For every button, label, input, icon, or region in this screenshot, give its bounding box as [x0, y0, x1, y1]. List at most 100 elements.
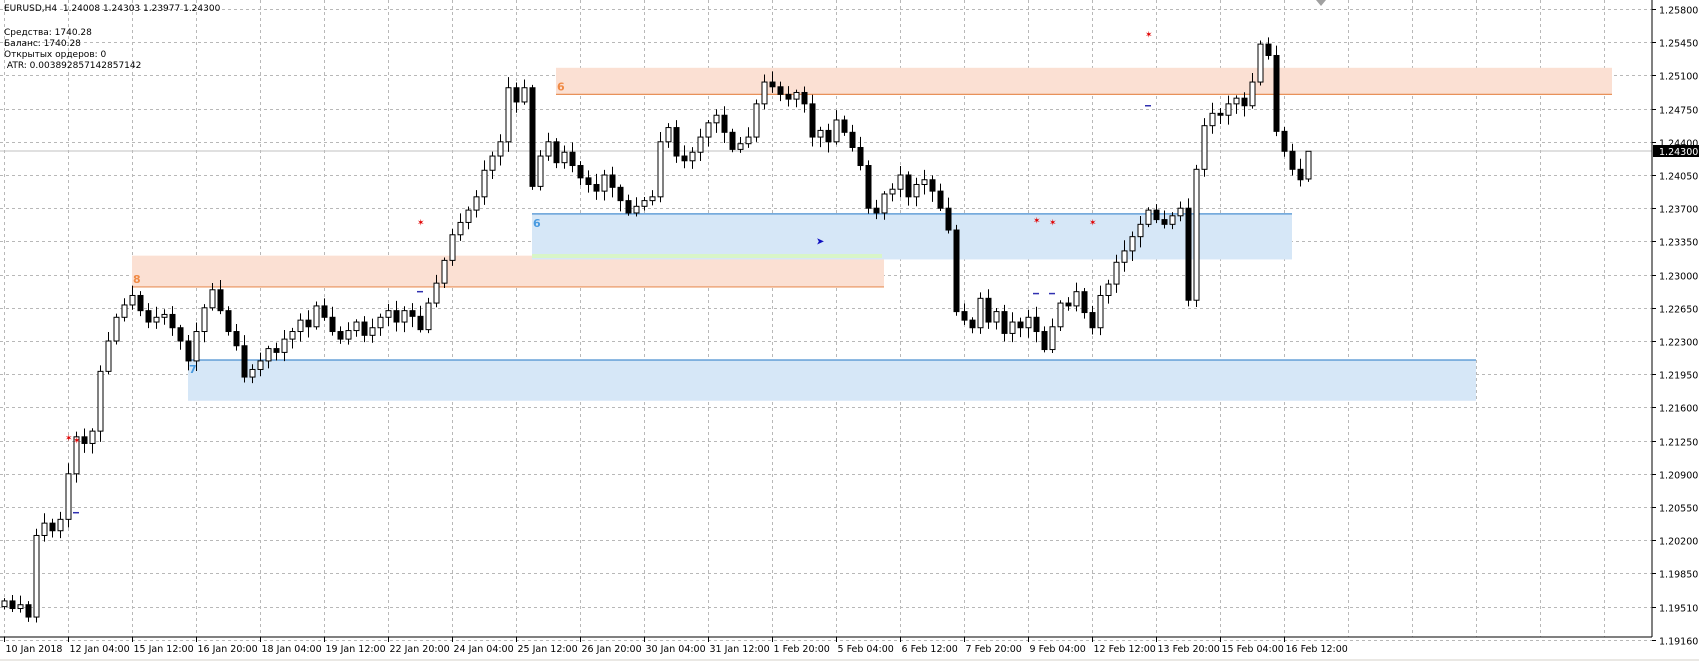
bear-candle-body	[905, 174, 912, 198]
bear-candle-body	[673, 127, 680, 157]
bear-candle-body	[1265, 43, 1272, 56]
bull-candle-body	[497, 141, 504, 157]
bear-candle-body	[937, 190, 944, 209]
price-axis[interactable]: 1.258001.254501.251001.247501.244001.240…	[1652, 6, 1699, 648]
sell-arrow-icon: ✶	[1089, 218, 1097, 228]
candle	[1193, 164, 1200, 308]
price-label: 1.25100	[1659, 72, 1698, 83]
candle	[305, 310, 312, 338]
bull-candle-body	[601, 174, 608, 192]
bull-candle-body	[265, 348, 272, 362]
candle	[353, 319, 360, 337]
bear-candle-body	[681, 155, 688, 162]
candle	[1105, 279, 1112, 304]
candle	[25, 601, 32, 622]
demand-zone	[532, 213, 1292, 260]
grid	[0, 0, 1652, 641]
candle	[97, 365, 104, 442]
candle	[825, 123, 832, 153]
bull-candle-body	[1105, 283, 1112, 296]
candle	[49, 518, 56, 538]
candle	[577, 161, 584, 186]
candle	[857, 136, 864, 171]
bull-candle-body	[1257, 43, 1264, 83]
candle	[1041, 326, 1048, 353]
candle	[569, 142, 576, 173]
candle	[65, 463, 72, 528]
bull-candle-body	[289, 331, 296, 340]
candle	[1217, 108, 1224, 124]
price-label: 1.23350	[1659, 238, 1698, 249]
candle	[609, 166, 616, 198]
sell-arrow-icon: ✶	[65, 434, 73, 444]
candle	[297, 313, 304, 342]
bull-candle-body	[1177, 207, 1184, 217]
candle	[681, 145, 688, 169]
time-label: 26 Jan 20:00	[582, 644, 642, 655]
bull-candle-body	[17, 604, 24, 610]
candle	[985, 289, 992, 329]
candle	[593, 173, 600, 200]
candle	[33, 528, 40, 623]
atr-label: ATR: 0.003892857142857142	[4, 61, 142, 71]
candle	[729, 128, 736, 153]
bear-candle-body	[305, 319, 312, 328]
bear-candle-body	[721, 114, 728, 133]
price-label: 1.19510	[1659, 604, 1698, 615]
bull-candle-body	[1145, 209, 1152, 225]
price-label: 1.22650	[1659, 305, 1698, 316]
candle	[745, 127, 752, 148]
bull-candle-body	[1249, 81, 1256, 107]
candle	[449, 228, 456, 266]
bear-candle-body	[1273, 54, 1280, 132]
bull-candle-body	[1009, 321, 1016, 334]
price-chart[interactable]: 8766 ✶ ✶✶➤✶ ✶ ✶✶ 1.258001.254501.251001.247…	[0, 0, 1699, 661]
chart-shift-marker-icon[interactable]	[1316, 0, 1326, 6]
bull-candle-body	[545, 141, 552, 157]
bear-candle-body	[1081, 291, 1088, 314]
bear-candle-body	[361, 321, 368, 336]
sell-arrow-icon: ✶	[1049, 218, 1057, 228]
candle	[1097, 285, 1104, 336]
price-label: 1.21950	[1659, 371, 1698, 382]
candle	[1289, 143, 1296, 176]
candle	[177, 324, 184, 350]
bull-candle-body	[921, 179, 928, 185]
candle	[897, 165, 904, 198]
supply-zone	[132, 255, 884, 287]
candle	[457, 213, 464, 241]
bear-candle-body	[953, 229, 960, 313]
candle	[585, 170, 592, 193]
candle	[673, 120, 680, 163]
time-label: 31 Jan 12:00	[710, 644, 770, 655]
candle	[121, 298, 128, 322]
sell-arrow-icon: ✶	[417, 218, 425, 228]
candle	[697, 128, 704, 161]
bull-candle-body	[1129, 236, 1136, 252]
bear-candle-body	[529, 87, 536, 187]
time-label: 1 Feb 20:00	[774, 644, 830, 655]
candle	[905, 171, 912, 206]
open-orders-label: Открытых ордеров: 0	[4, 50, 107, 60]
candle	[57, 511, 64, 539]
time-label: 9 Feb 04:00	[1030, 644, 1086, 655]
candle	[273, 342, 280, 361]
candle	[313, 301, 320, 330]
bear-candle-body	[25, 604, 32, 618]
time-label: 7 Feb 20:00	[966, 644, 1022, 655]
zone-strength-label: 8	[133, 273, 141, 286]
time-label: 12 Jan 04:00	[70, 644, 130, 655]
candle	[561, 145, 568, 169]
candle	[105, 331, 112, 375]
bull-candle-body	[161, 313, 168, 318]
bear-candle-body	[1017, 321, 1024, 329]
candles	[1, 37, 1312, 623]
bear-candle-body	[553, 141, 560, 164]
candle	[537, 150, 544, 191]
candle	[145, 303, 152, 329]
bull-candle-body	[281, 338, 288, 353]
bull-candle-body	[353, 321, 360, 332]
bear-candle-body	[1241, 97, 1248, 107]
bull-candle-body	[817, 129, 824, 138]
price-label: 1.20900	[1659, 471, 1698, 482]
